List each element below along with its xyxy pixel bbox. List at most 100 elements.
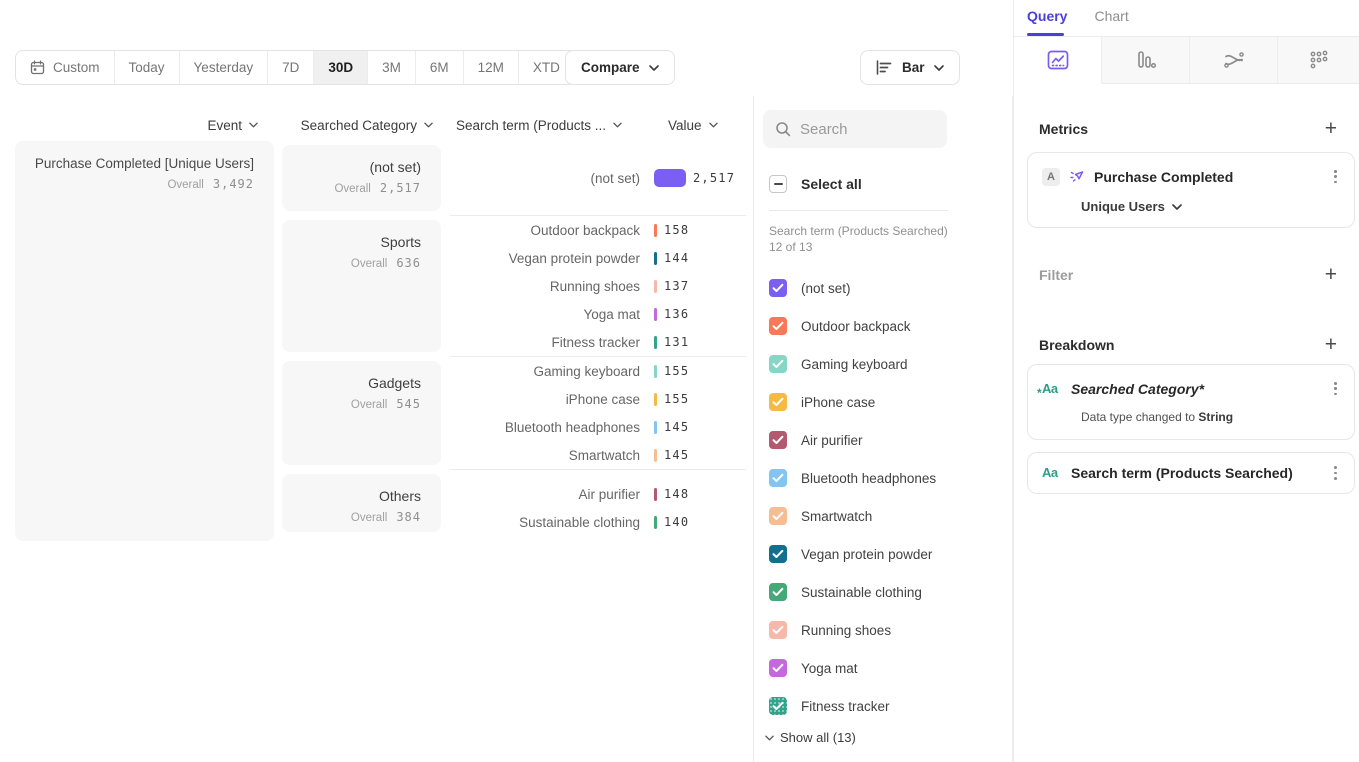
- value-text: 148: [664, 487, 689, 501]
- header-label: Searched Category: [301, 118, 417, 133]
- category-cell[interactable]: SportsOverall636: [282, 220, 441, 352]
- select-all-row[interactable]: Select all: [769, 175, 862, 193]
- value-bar[interactable]: [654, 308, 657, 321]
- date-range-today[interactable]: Today: [115, 51, 180, 84]
- column-header-value[interactable]: Value: [668, 113, 718, 137]
- item-checkbox[interactable]: [769, 659, 787, 677]
- value-bar[interactable]: [654, 224, 657, 237]
- view-tab-flows[interactable]: [1190, 37, 1278, 84]
- tab-chart[interactable]: Chart: [1094, 8, 1128, 24]
- filter-item-gaming-keyboard[interactable]: Gaming keyboard: [769, 345, 936, 383]
- value-bar[interactable]: [654, 252, 657, 265]
- metric-kebab-menu-icon[interactable]: [1331, 167, 1340, 186]
- event-cell[interactable]: Purchase Completed [Unique Users] Overal…: [15, 141, 274, 541]
- table-row[interactable]: Fitness tracker131: [450, 328, 750, 356]
- value-bar[interactable]: [654, 488, 657, 501]
- filter-item-smartwatch[interactable]: Smartwatch: [769, 497, 936, 535]
- date-range-label: Yesterday: [194, 60, 254, 75]
- select-all-checkbox[interactable]: [769, 175, 787, 193]
- table-row[interactable]: Vegan protein powder144: [450, 244, 750, 272]
- date-range-7d[interactable]: 7D: [268, 51, 314, 84]
- item-checkbox[interactable]: [769, 317, 787, 335]
- category-cell[interactable]: OthersOverall384: [282, 474, 441, 532]
- value-bar[interactable]: [654, 421, 657, 434]
- value-bar[interactable]: [654, 336, 657, 349]
- column-header-search-term[interactable]: Search term (Products ...: [456, 113, 622, 137]
- item-checkbox[interactable]: [769, 469, 787, 487]
- chart-type-button[interactable]: Bar: [860, 50, 960, 85]
- column-header-searched-category[interactable]: Searched Category: [282, 113, 433, 137]
- table-row[interactable]: Air purifier148: [450, 480, 750, 508]
- table-row[interactable]: (not set)2,517: [450, 164, 750, 192]
- item-checkbox[interactable]: [769, 507, 787, 525]
- category-cell[interactable]: GadgetsOverall545: [282, 361, 441, 465]
- date-range-30d[interactable]: 30D: [314, 51, 368, 84]
- metric-card[interactable]: A Purchase Completed Unique Users: [1027, 152, 1355, 228]
- value-text: 2,517: [693, 171, 735, 185]
- show-all-button[interactable]: Show all (13): [765, 730, 856, 745]
- view-tab-funnels[interactable]: [1102, 37, 1190, 84]
- filter-item-yoga-mat[interactable]: Yoga mat: [769, 649, 936, 687]
- date-range-label: 30D: [328, 60, 353, 75]
- value-bar[interactable]: [654, 449, 657, 462]
- value-bar[interactable]: [654, 169, 686, 187]
- value-bar[interactable]: [654, 516, 657, 529]
- filter-item-fitness-tracker[interactable]: Fitness tracker: [769, 687, 936, 725]
- search-box[interactable]: [763, 110, 947, 148]
- item-label: Vegan protein powder: [801, 547, 932, 562]
- filter-item-running-shoes[interactable]: Running shoes: [769, 611, 936, 649]
- add-metric-icon[interactable]: +: [1325, 118, 1337, 139]
- table-row[interactable]: iPhone case155: [450, 385, 750, 413]
- add-breakdown-icon[interactable]: +: [1325, 334, 1337, 355]
- table-row[interactable]: Smartwatch145: [450, 441, 750, 469]
- item-label: (not set): [801, 281, 851, 296]
- breakdown-card-search-term[interactable]: Aa Search term (Products Searched): [1027, 452, 1355, 494]
- column-header-event[interactable]: Event: [14, 113, 258, 137]
- item-label: Fitness tracker: [801, 699, 890, 714]
- view-tab-retention[interactable]: [1278, 37, 1359, 84]
- item-checkbox[interactable]: [769, 279, 787, 297]
- breakdown-card-searched-category[interactable]: Aa* Searched Category* Data type changed…: [1027, 364, 1355, 440]
- tab-query[interactable]: Query: [1027, 8, 1067, 24]
- filter-item-air-purifier[interactable]: Air purifier: [769, 421, 936, 459]
- date-range-12m[interactable]: 12M: [464, 51, 519, 84]
- add-filter-icon[interactable]: +: [1325, 264, 1337, 285]
- table-row[interactable]: Running shoes137: [450, 272, 750, 300]
- filter-item-bluetooth-headphones[interactable]: Bluetooth headphones: [769, 459, 936, 497]
- table-row[interactable]: Bluetooth headphones145: [450, 413, 750, 441]
- filter-item--not-set-[interactable]: (not set): [769, 269, 936, 307]
- filter-item-iphone-case[interactable]: iPhone case: [769, 383, 936, 421]
- value-bar[interactable]: [654, 280, 657, 293]
- date-range-label: Today: [129, 60, 165, 75]
- table-row[interactable]: Sustainable clothing140: [450, 508, 750, 536]
- breakdown-kebab-menu-icon[interactable]: [1331, 379, 1340, 398]
- item-checkbox[interactable]: [769, 621, 787, 639]
- item-checkbox[interactable]: [769, 393, 787, 411]
- table-row[interactable]: Yoga mat136: [450, 300, 750, 328]
- search-input[interactable]: [800, 121, 935, 138]
- filter-item-outdoor-backpack[interactable]: Outdoor backpack: [769, 307, 936, 345]
- value-bar[interactable]: [654, 393, 657, 406]
- date-range-custom[interactable]: Custom: [16, 51, 115, 84]
- breakdown-kebab-menu-icon[interactable]: [1331, 463, 1340, 482]
- filter-item-vegan-protein-powder[interactable]: Vegan protein powder: [769, 535, 936, 573]
- category-cell[interactable]: (not set)Overall2,517: [282, 145, 441, 211]
- item-checkbox[interactable]: [769, 697, 787, 715]
- string-property-icon: Aa*: [1042, 381, 1062, 396]
- date-range-yesterday[interactable]: Yesterday: [180, 51, 269, 84]
- view-tab-insights[interactable]: [1014, 37, 1102, 84]
- item-checkbox[interactable]: [769, 583, 787, 601]
- table-row[interactable]: Gaming keyboard155: [450, 357, 750, 385]
- item-checkbox[interactable]: [769, 431, 787, 449]
- date-range-3m[interactable]: 3M: [368, 51, 416, 84]
- date-range-6m[interactable]: 6M: [416, 51, 464, 84]
- filter-item-sustainable-clothing[interactable]: Sustainable clothing: [769, 573, 936, 611]
- breakdown-property-name: Searched Category*: [1071, 381, 1204, 397]
- value-bar[interactable]: [654, 365, 657, 378]
- item-checkbox[interactable]: [769, 355, 787, 373]
- measure-selector[interactable]: Unique Users: [1081, 199, 1340, 214]
- category-name: Gadgets: [282, 375, 421, 391]
- item-checkbox[interactable]: [769, 545, 787, 563]
- compare-button[interactable]: Compare: [565, 50, 675, 85]
- table-row[interactable]: Outdoor backpack158: [450, 216, 750, 244]
